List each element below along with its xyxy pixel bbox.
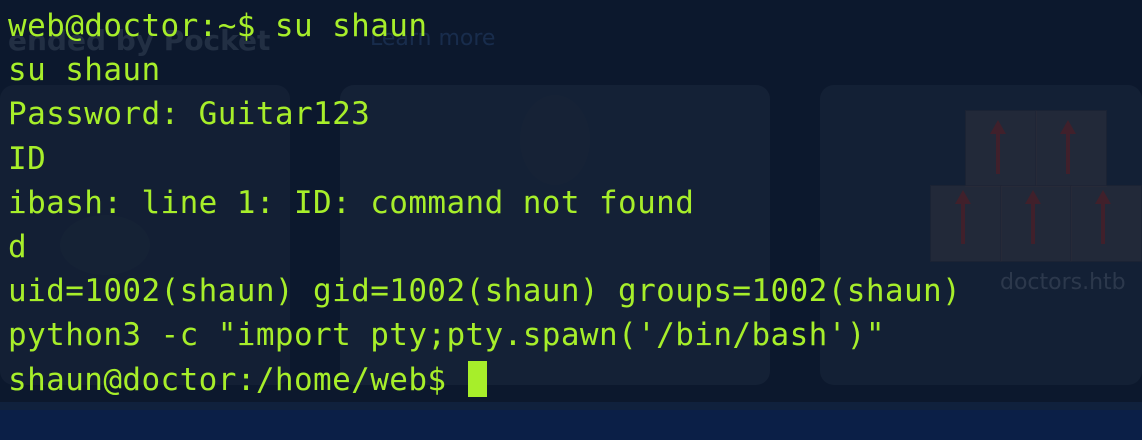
desktop-screen: ended by Pocket Learn more doctors.htb w… [0, 0, 1142, 440]
terminal-prompt: shaun@doctor:/home/web$ [8, 361, 466, 398]
background-footer-bar [0, 410, 1142, 440]
terminal-line: Password: Guitar123 [8, 96, 371, 133]
terminal-output[interactable]: web@doctor:~$ su shaun su shaun Password… [8, 4, 961, 402]
terminal-prompt-line[interactable]: shaun@doctor:/home/web$ [8, 358, 961, 402]
terminal-line: python3 -c "import pty;pty.spawn('/bin/b… [8, 317, 885, 354]
terminal-line: ID [8, 140, 47, 177]
terminal-window[interactable]: web@doctor:~$ su shaun su shaun Password… [0, 0, 1142, 402]
terminal-line: d [8, 228, 28, 265]
terminal-line: uid=1002(shaun) gid=1002(shaun) groups=1… [8, 273, 962, 310]
terminal-cursor [467, 360, 487, 397]
terminal-line: su shaun [8, 52, 161, 89]
terminal-line: ibash: line 1: ID: command not found [8, 184, 695, 221]
terminal-line: web@doctor:~$ su shaun [8, 8, 428, 44]
background-footer-strip [0, 402, 1142, 410]
